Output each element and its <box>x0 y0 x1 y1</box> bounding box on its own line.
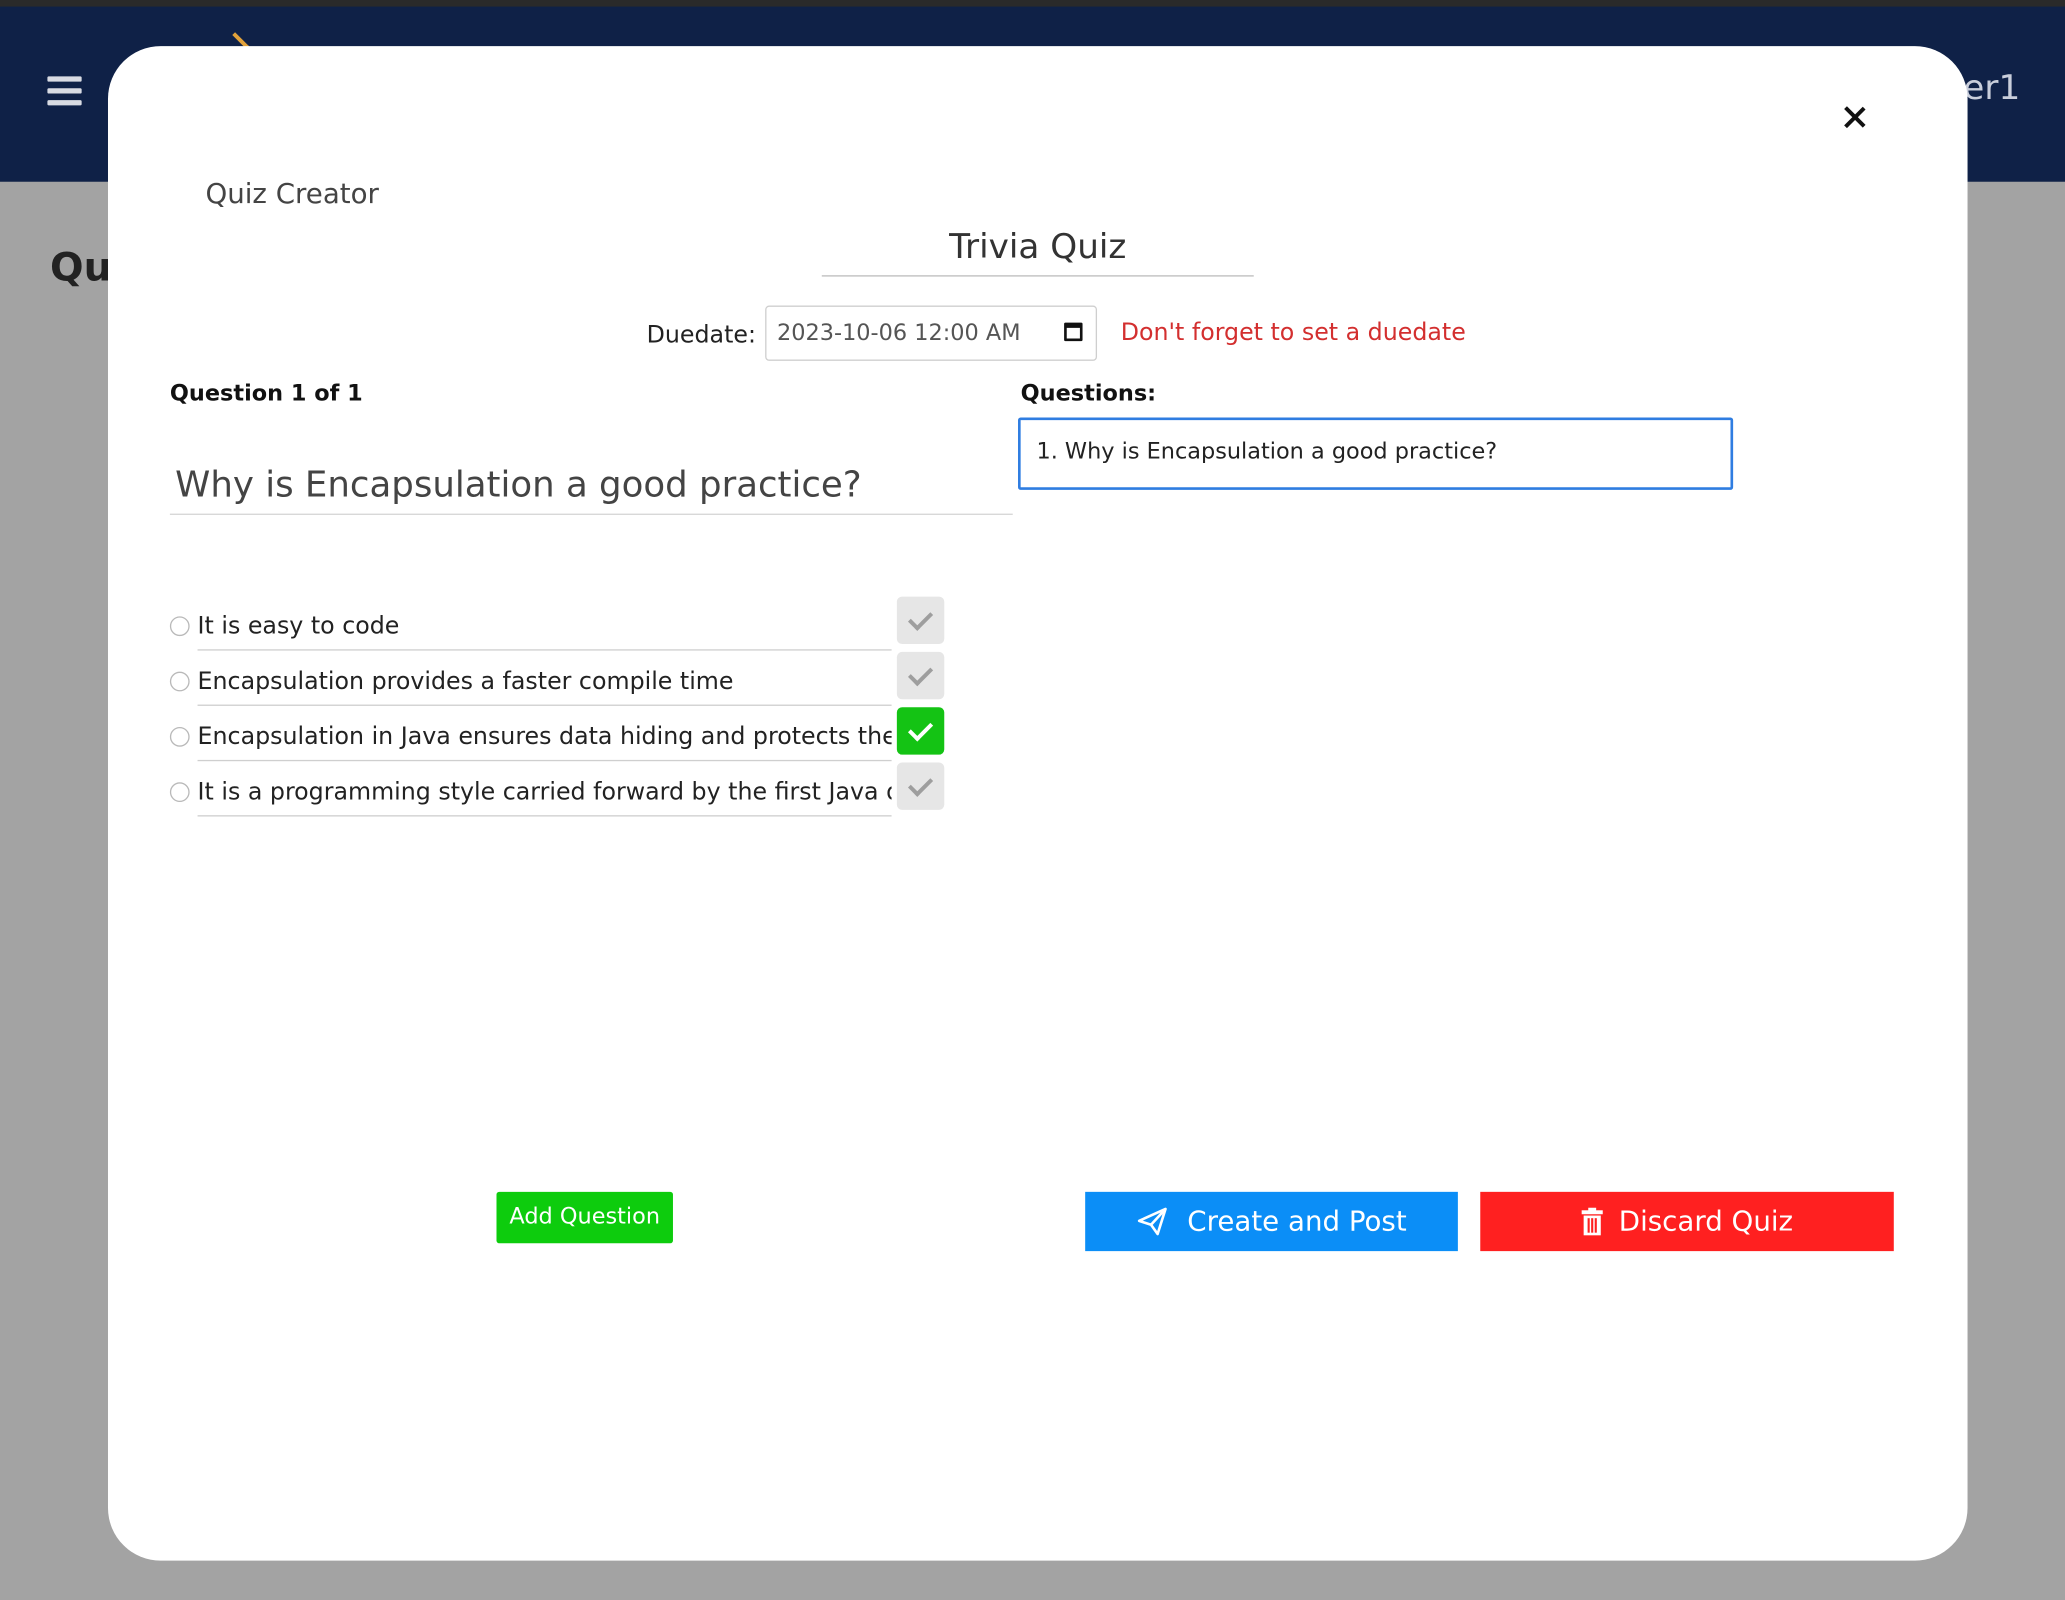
window-edge <box>0 0 2065 7</box>
answer-text-input[interactable]: Encapsulation provides a faster compile … <box>197 660 892 706</box>
answer-radio[interactable] <box>169 616 190 637</box>
question-counter: Question 1 of 1 <box>169 380 363 407</box>
mark-correct-checkmark-icon[interactable] <box>896 707 945 755</box>
answer-list: It is easy to code Encapsulation provide… <box>169 596 947 825</box>
stage: cher1 Qu Quiz Creator Trivia Quiz Duedat… <box>0 0 2065 1600</box>
duedate-label: Duedate: <box>646 321 756 349</box>
page-heading: Qu <box>50 244 112 292</box>
create-and-post-label: Create and Post <box>1187 1205 1407 1238</box>
questions-list[interactable]: 1. Why is Encapsulation a good practice? <box>1018 417 1734 490</box>
paper-plane-icon <box>1137 1207 1167 1236</box>
modal-title: Quiz Creator <box>205 177 379 210</box>
mark-correct-checkmark-icon[interactable] <box>896 651 945 700</box>
answer-text-input[interactable]: Encapsulation in Java ensures data hidin… <box>197 715 892 762</box>
quiz-creator-modal: Quiz Creator Trivia Quiz Duedate: 2023-1… <box>107 46 1968 1561</box>
add-question-button[interactable]: Add Question <box>496 1191 673 1244</box>
answer-text-input[interactable]: It is easy to code <box>197 604 892 651</box>
answer-radio[interactable] <box>169 726 190 747</box>
question-text-input[interactable]: Why is Encapsulation a good practice? <box>169 465 1013 515</box>
answer-option: Encapsulation provides a faster compile … <box>169 651 947 715</box>
trash-icon <box>1582 1207 1604 1236</box>
quiz-name-input[interactable]: Trivia Quiz <box>821 228 1254 277</box>
discard-quiz-label: Discard Quiz <box>1618 1205 1794 1238</box>
answer-option: It is a programming style carried forwar… <box>169 762 947 825</box>
create-and-post-button[interactable]: Create and Post <box>1085 1191 1458 1252</box>
answer-radio[interactable] <box>169 782 190 803</box>
mark-correct-checkmark-icon[interactable] <box>896 596 945 644</box>
duedate-warning: Don't forget to set a duedate <box>1120 318 1466 347</box>
questions-list-item[interactable]: 1. Why is Encapsulation a good practice? <box>1036 439 1497 465</box>
mark-correct-checkmark-icon[interactable] <box>896 762 945 810</box>
answer-text-input[interactable]: It is a programming style carried forwar… <box>197 770 892 817</box>
close-icon[interactable] <box>1831 94 1878 141</box>
hamburger-icon[interactable] <box>47 76 82 108</box>
answer-radio[interactable] <box>169 671 190 692</box>
discard-quiz-button[interactable]: Discard Quiz <box>1480 1191 1894 1252</box>
answer-option: It is easy to code <box>169 596 947 659</box>
duedate-input[interactable]: 2023-10-06 12:00 AM <box>765 305 1098 361</box>
questions-label: Questions: <box>1020 380 1157 407</box>
answer-option: Encapsulation in Java ensures data hidin… <box>169 707 947 770</box>
calendar-icon[interactable] <box>1064 322 1083 342</box>
duedate-value: 2023-10-06 12:00 AM <box>777 320 1021 347</box>
